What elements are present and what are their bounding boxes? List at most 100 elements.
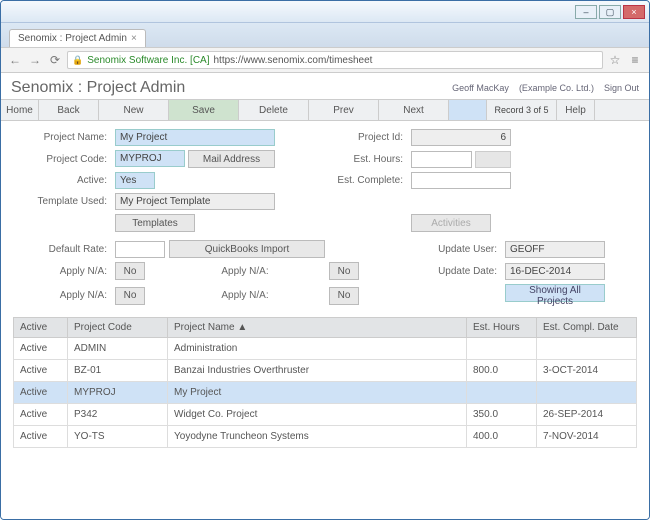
cell-name: My Project (168, 382, 467, 404)
home-button[interactable]: Home (1, 100, 39, 120)
menu-icon[interactable]: ≡ (627, 52, 643, 68)
help-button[interactable]: Help (557, 100, 595, 120)
app-header: Senomix : Project Admin Geoff MacKay (Ex… (1, 73, 649, 99)
templates-button[interactable]: Templates (115, 214, 195, 232)
cell-name: Administration (168, 338, 467, 360)
label-apply-na-4: Apply N/A: (169, 290, 325, 301)
close-button[interactable]: × (623, 5, 645, 19)
label-update-date: Update Date: (417, 266, 501, 277)
projects-table-wrap: Active Project Code Project Name ▲ Est. … (1, 313, 649, 458)
back-button[interactable]: Back (39, 100, 99, 120)
cell-active: Active (14, 426, 68, 448)
cell-date (537, 338, 637, 360)
record-indicator: Record 3 of 5 (487, 100, 557, 120)
showing-projects-button[interactable]: Showing All Projects (505, 284, 605, 302)
cell-date: 26-SEP-2014 (537, 404, 637, 426)
back-icon[interactable]: ← (7, 52, 23, 68)
label-est-hours: Est. Hours: (323, 154, 407, 165)
cell-hours (467, 338, 537, 360)
delete-button[interactable]: Delete (239, 100, 309, 120)
window-titlebar: – ▢ × (1, 1, 649, 23)
field-project-name[interactable]: My Project (115, 129, 275, 146)
th-hours[interactable]: Est. Hours (467, 318, 537, 338)
cell-hours: 400.0 (467, 426, 537, 448)
cell-code: MYPROJ (68, 382, 168, 404)
field-update-date: 16-DEC-2014 (505, 263, 605, 280)
th-name[interactable]: Project Name ▲ (168, 318, 467, 338)
browser-tab[interactable]: Senomix : Project Admin × (9, 29, 146, 47)
cell-code: P342 (68, 404, 168, 426)
apply-na-2-button[interactable]: No (329, 262, 359, 280)
save-button[interactable]: Save (169, 100, 239, 120)
field-active[interactable]: Yes (115, 172, 155, 189)
address-bar: ← → ⟳ 🔒 Senomix Software Inc. [CA] https… (1, 47, 649, 73)
cell-code: YO-TS (68, 426, 168, 448)
page-content: Senomix : Project Admin Geoff MacKay (Ex… (1, 73, 649, 520)
field-default-rate[interactable] (115, 241, 165, 258)
maximize-button[interactable]: ▢ (599, 5, 621, 19)
cell-active: Active (14, 404, 68, 426)
browser-window: – ▢ × Senomix : Project Admin × ← → ⟳ 🔒 … (0, 0, 650, 520)
projects-table: Active Project Code Project Name ▲ Est. … (13, 317, 637, 448)
label-apply-na-3: Apply N/A: (15, 290, 111, 301)
cell-hours: 800.0 (467, 360, 537, 382)
prev-button[interactable]: Prev (309, 100, 379, 120)
minimize-button[interactable]: – (575, 5, 597, 19)
label-apply-na-2: Apply N/A: (169, 266, 325, 277)
next-button[interactable]: Next (379, 100, 449, 120)
th-code[interactable]: Project Code (68, 318, 168, 338)
label-project-code: Project Code: (15, 154, 111, 165)
tab-strip: Senomix : Project Admin × (1, 23, 649, 47)
label-project-name: Project Name: (15, 132, 111, 143)
field-project-code[interactable]: MYPROJ (115, 150, 185, 167)
table-row[interactable]: ActiveADMINAdministration (14, 338, 637, 360)
user-name: Geoff MacKay (452, 83, 509, 93)
field-update-user: GEOFF (505, 241, 605, 258)
toolbar: Home Back New Save Delete Prev Next Reco… (1, 99, 649, 121)
th-date[interactable]: Est. Compl. Date (537, 318, 637, 338)
cell-name: Widget Co. Project (168, 404, 467, 426)
field-template-used: My Project Template (115, 193, 275, 210)
field-est-hours[interactable] (411, 151, 472, 168)
tab-title: Senomix : Project Admin (18, 33, 127, 44)
star-icon[interactable]: ☆ (607, 52, 623, 68)
table-row[interactable]: ActiveYO-TSYoyodyne Truncheon Systems400… (14, 426, 637, 448)
field-est-complete[interactable] (411, 172, 511, 189)
cell-hours: 350.0 (467, 404, 537, 426)
page-title: Senomix : Project Admin (11, 79, 185, 97)
cell-code: ADMIN (68, 338, 168, 360)
activities-button[interactable]: Activities (411, 214, 491, 232)
label-project-id: Project Id: (323, 132, 407, 143)
apply-na-4-button[interactable]: No (329, 287, 359, 305)
reload-icon[interactable]: ⟳ (47, 52, 63, 68)
url-text: https://www.senomix.com/timesheet (214, 55, 373, 66)
label-est-complete: Est. Complete: (323, 175, 407, 186)
new-button[interactable]: New (99, 100, 169, 120)
cell-hours (467, 382, 537, 404)
form-area: Project Name: My Project Project Id: 6 P… (1, 121, 649, 313)
lock-icon: 🔒 (72, 55, 83, 66)
cell-code: BZ-01 (68, 360, 168, 382)
field-project-id: 6 (411, 129, 511, 146)
forward-icon[interactable]: → (27, 52, 43, 68)
label-update-user: Update User: (417, 244, 501, 255)
cell-name: Banzai Industries Overthruster (168, 360, 467, 382)
cell-date: 7-NOV-2014 (537, 426, 637, 448)
signout-link[interactable]: Sign Out (604, 83, 639, 93)
cert-label: Senomix Software Inc. [CA] (87, 55, 209, 66)
table-row[interactable]: ActiveMYPROJMy Project (14, 382, 637, 404)
apply-na-3-button[interactable]: No (115, 287, 145, 305)
th-active[interactable]: Active (14, 318, 68, 338)
quickbooks-button[interactable]: QuickBooks Import (169, 240, 325, 258)
tab-close-icon[interactable]: × (131, 33, 137, 44)
table-row[interactable]: ActiveBZ-01Banzai Industries Overthruste… (14, 360, 637, 382)
cell-name: Yoyodyne Truncheon Systems (168, 426, 467, 448)
label-apply-na-1: Apply N/A: (15, 266, 111, 277)
apply-na-1-button[interactable]: No (115, 262, 145, 280)
mail-address-button[interactable]: Mail Address (188, 150, 275, 168)
table-row[interactable]: ActiveP342Widget Co. Project350.026-SEP-… (14, 404, 637, 426)
toolbar-spacer (449, 100, 487, 120)
cell-active: Active (14, 382, 68, 404)
cell-date: 3-OCT-2014 (537, 360, 637, 382)
url-field[interactable]: 🔒 Senomix Software Inc. [CA] https://www… (67, 51, 603, 69)
